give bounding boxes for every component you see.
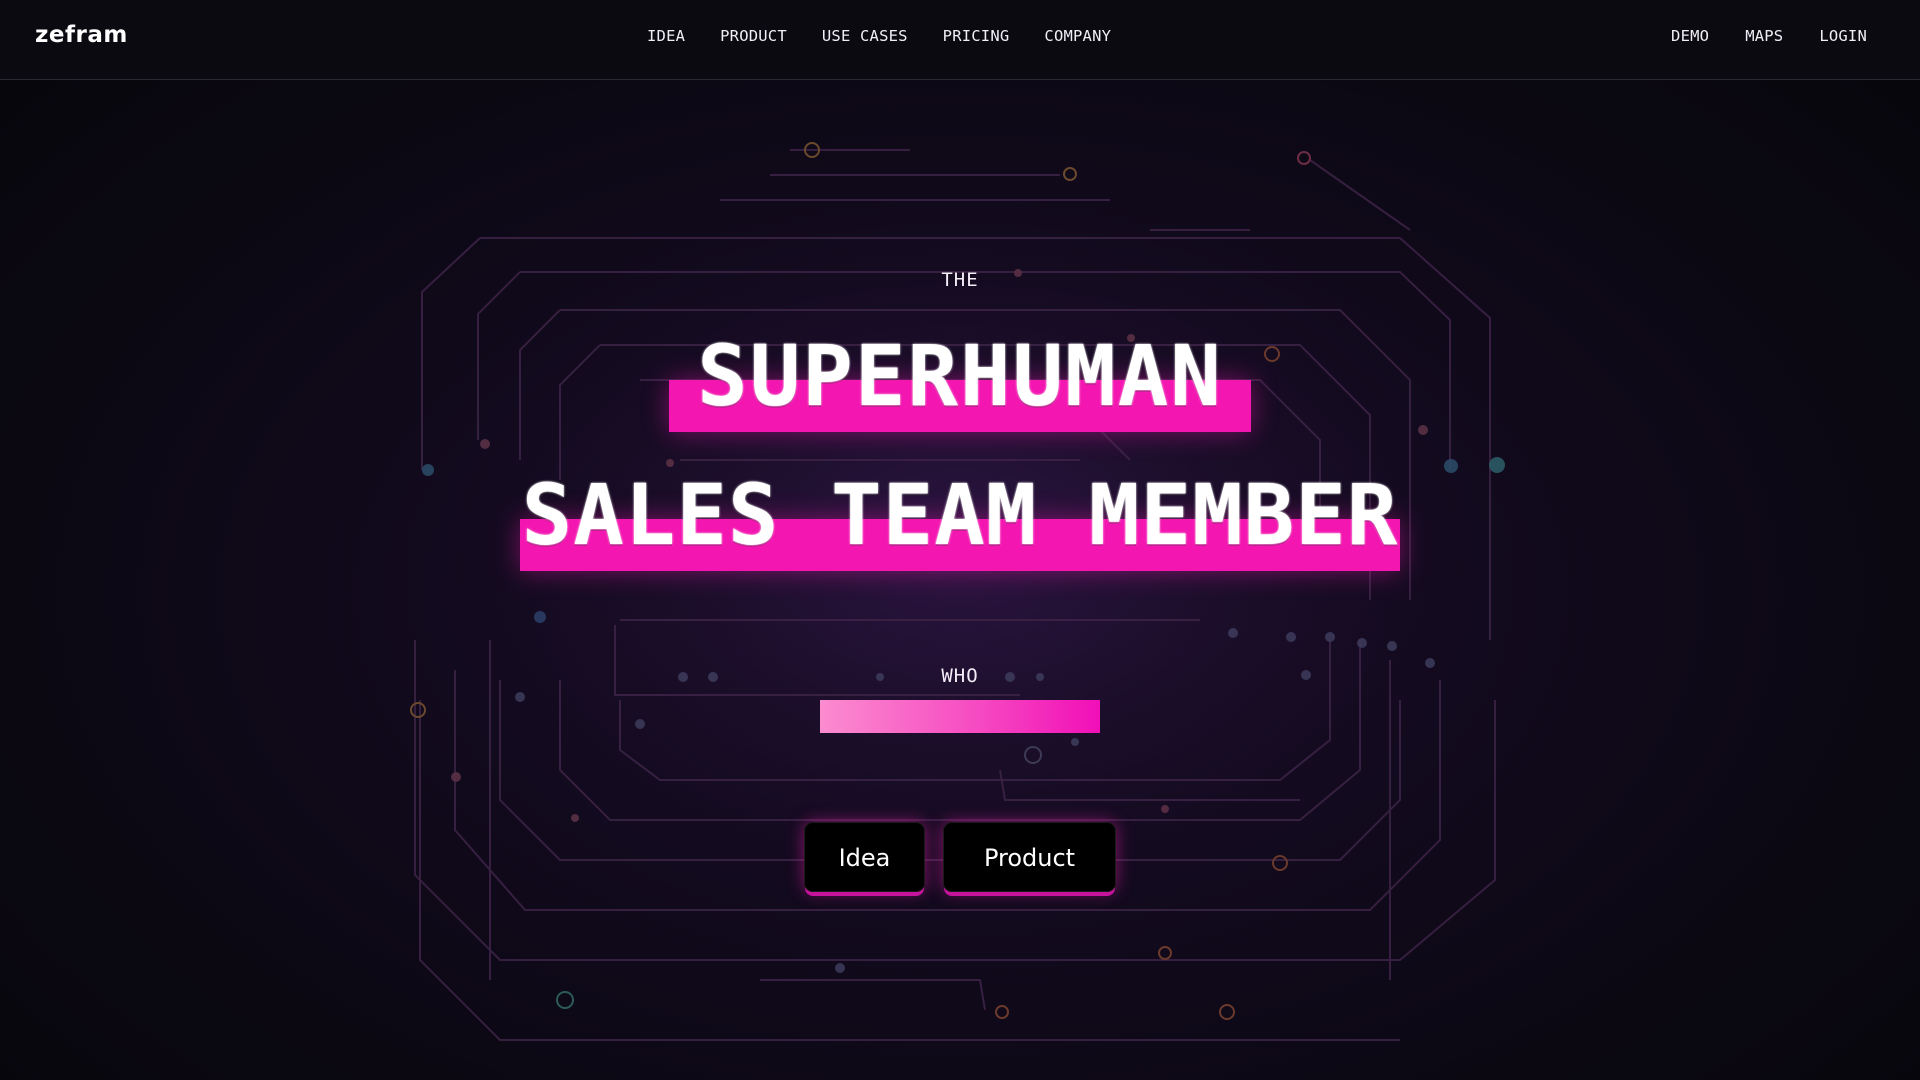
nav-link-idea[interactable]: IDEA	[647, 27, 685, 45]
nav-link-product[interactable]: PRODUCT	[720, 27, 787, 45]
nav-link-company[interactable]: COMPANY	[1044, 27, 1111, 45]
brand-logo[interactable]: zefram	[35, 22, 128, 48]
headline-line-2: SALES TEAM MEMBER	[521, 466, 1399, 564]
product-button[interactable]: Product	[943, 822, 1116, 892]
hero-section: THE SUPERHUMAN SALES TEAM MEMBER WHO Ide…	[0, 0, 1920, 1080]
primary-nav: IDEA PRODUCT USE CASES PRICING COMPANY	[647, 27, 1146, 45]
nav-link-maps[interactable]: MAPS	[1745, 27, 1783, 45]
typing-highlight-bar	[820, 700, 1100, 733]
nav-link-use-cases[interactable]: USE CASES	[822, 27, 908, 45]
nav-link-demo[interactable]: DEMO	[1671, 27, 1709, 45]
secondary-nav: DEMO MAPS LOGIN	[1635, 27, 1867, 45]
headline-line-1: SUPERHUMAN	[697, 327, 1223, 425]
hero-eyebrow-who: WHO	[941, 665, 979, 687]
hero-eyebrow-the: THE	[941, 269, 979, 291]
landing-page: zefram IDEA PRODUCT USE CASES PRICING CO…	[0, 0, 1920, 1080]
nav-link-pricing[interactable]: PRICING	[943, 27, 1010, 45]
idea-button[interactable]: Idea	[804, 822, 925, 892]
nav-link-login[interactable]: LOGIN	[1819, 27, 1867, 45]
top-navigation: zefram IDEA PRODUCT USE CASES PRICING CO…	[0, 0, 1920, 80]
